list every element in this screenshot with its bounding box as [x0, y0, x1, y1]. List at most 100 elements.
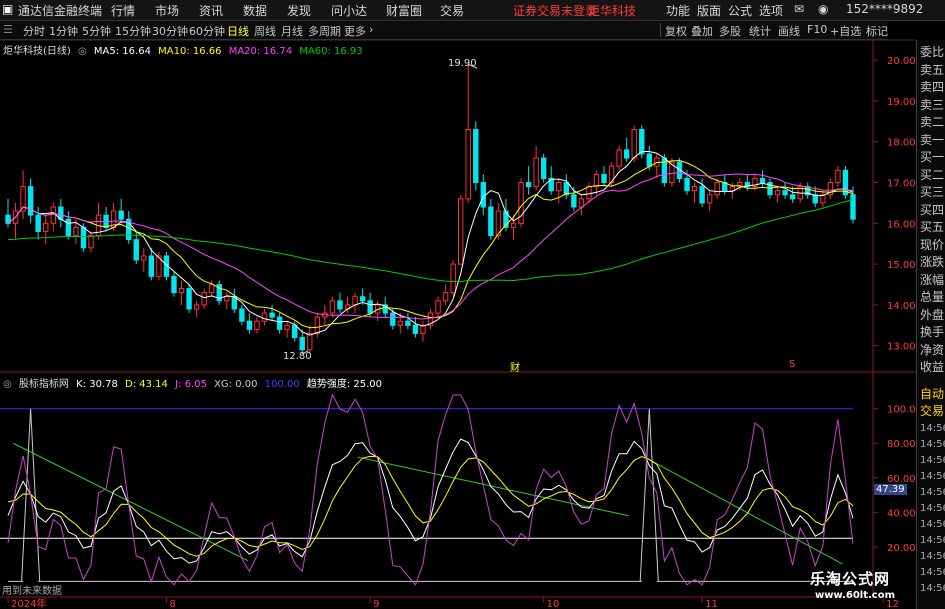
trade-time-7: 14:56 [920, 535, 945, 546]
candle-body [699, 186, 705, 204]
trade-time-9: 14:56 [920, 567, 945, 578]
candle-body [623, 149, 630, 159]
quote-label-13: 涨幅 [920, 272, 945, 287]
date-tick-label: 10 [547, 599, 560, 609]
current-indicator-value: 47.39 [874, 484, 907, 495]
candle-body [224, 296, 230, 302]
high-price-label: 19.90 [448, 58, 477, 69]
candle-body [556, 182, 562, 192]
candle-body [246, 320, 253, 330]
candle-body [178, 288, 185, 294]
trade-time-0: 14:56 [920, 423, 945, 434]
candle-body [269, 312, 275, 318]
watermark-url: www.60lt.com [815, 590, 896, 601]
price-tick-label: 19.00 [887, 97, 916, 108]
quote-label-5: 卖一 [920, 132, 945, 147]
candle-body [27, 186, 34, 216]
quote-label-7: 买二 [920, 167, 945, 182]
candle-body [209, 284, 215, 294]
signal-s-marker[interactable]: S [789, 359, 795, 370]
price-tick-label: 14.00 [887, 301, 916, 312]
trend-line [12, 442, 249, 562]
trade-time-8: 14:56 [920, 551, 945, 562]
price-tick-label: 13.00 [887, 342, 916, 353]
quote-side-panel: 委比 卖五 卖四 卖三 卖二 卖一 买一 买二 买三 买四 买五 现价 涨跌 涨幅 总量 外盘 换手 净资 收益 自动… [916, 40, 945, 609]
quote-label-12: 涨跌 [920, 255, 945, 269]
quote-label-2: 卖四 [920, 80, 945, 94]
candle-body [782, 190, 788, 196]
candle-body [759, 177, 766, 184]
candle-body [850, 194, 856, 220]
candle-body [299, 337, 305, 351]
trade-time-2: 14:56 [920, 455, 945, 466]
candle-body [691, 186, 698, 192]
candle-body [118, 210, 124, 220]
quote-label-3: 卖三 [920, 97, 945, 112]
price-tick-label: 18.00 [887, 138, 916, 149]
quote-label-16: 换手 [920, 325, 945, 339]
candle-body [359, 296, 366, 302]
candle-body [284, 324, 290, 330]
candle-body [171, 275, 177, 294]
candle-body [593, 173, 600, 188]
price-tick-label: 20.00 [887, 56, 916, 67]
candle-body [133, 239, 139, 261]
candle-body [43, 222, 49, 232]
d-indicator-line [7, 455, 854, 557]
candle-body [488, 206, 494, 237]
candle-body [65, 218, 72, 237]
candle-body [729, 186, 735, 192]
indicator-tick-label: 20.00 [887, 543, 916, 554]
quote-label-8: 买三 [920, 185, 945, 199]
candle-body [540, 157, 547, 179]
candle-body [578, 198, 585, 208]
quote-label-9: 买四 [920, 202, 945, 217]
candle-body [390, 312, 396, 326]
candle-body [291, 324, 298, 339]
price-tick-label: 15.00 [887, 260, 916, 271]
date-tick-label: 2024年 [11, 597, 46, 609]
candle-body [510, 222, 517, 228]
finance-marker[interactable]: 财 [510, 359, 520, 374]
quote-label-0: 委比 [920, 45, 945, 59]
price-tick-label: 17.00 [887, 179, 916, 190]
quote-label-17: 净资 [920, 342, 945, 357]
quote-label-14: 总量 [920, 290, 945, 304]
candle-body [314, 316, 321, 334]
candle-body [442, 292, 449, 302]
trade-time-5: 14:56 [920, 503, 945, 514]
future-data-note: 用到未来数据 [2, 586, 62, 597]
trade-label-0[interactable]: 自动 [920, 385, 944, 402]
candle-body [714, 182, 720, 196]
trade-time-10: 14:56 [920, 583, 945, 594]
candle-body [231, 296, 238, 310]
candle-body [706, 194, 713, 204]
candle-body [639, 129, 645, 155]
candle-body [616, 149, 622, 167]
candle-body [80, 226, 87, 249]
j-indicator-line [7, 393, 854, 586]
candle-body [239, 308, 245, 322]
candle-body [201, 292, 207, 306]
candle-body [261, 312, 268, 322]
trade-time-4: 14:56 [920, 487, 945, 498]
quote-label-10: 买五 [920, 220, 945, 234]
candle-body [631, 129, 637, 159]
candle-body [473, 129, 479, 184]
candle-body [601, 173, 607, 184]
candle-body [774, 190, 781, 196]
xg-line [8, 408, 853, 582]
trade-time-3: 14:56 [920, 471, 945, 482]
candle-body [684, 177, 690, 192]
low-price-label: 12.80 [283, 351, 312, 362]
candle-body [148, 255, 155, 277]
date-tick-label: 9 [373, 599, 379, 609]
candle-body [337, 300, 343, 310]
candle-body [50, 206, 56, 224]
price-tick-label: 16.00 [887, 219, 916, 230]
quote-label-11: 现价 [920, 237, 945, 252]
candle-body [457, 198, 464, 265]
trade-label-1[interactable]: 交易 [920, 402, 944, 419]
chart-canvas[interactable]: 13.00 14.00 15.00 16.00 17.00 18.00 19.00 20.00… [0, 0, 945, 609]
trend-line [357, 456, 629, 517]
